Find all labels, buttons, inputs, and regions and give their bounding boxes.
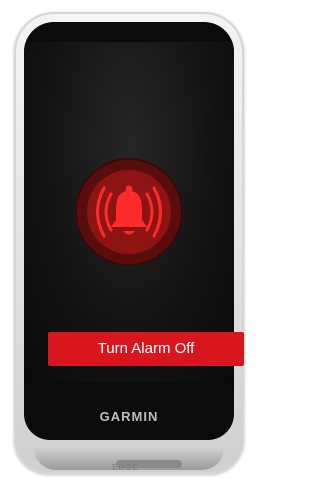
bike-computer-device: Turn Alarm Off GARMIN [14, 12, 244, 474]
brand-logo: GARMIN [99, 409, 159, 424]
turn-alarm-off-button[interactable]: Turn Alarm Off [48, 332, 244, 366]
alarm-icon-ring [77, 160, 181, 264]
display-bezel [24, 22, 234, 440]
bell-ringing-icon [96, 185, 162, 238]
device-bottom-label: EDGE [112, 463, 139, 472]
display-screen [24, 42, 234, 382]
